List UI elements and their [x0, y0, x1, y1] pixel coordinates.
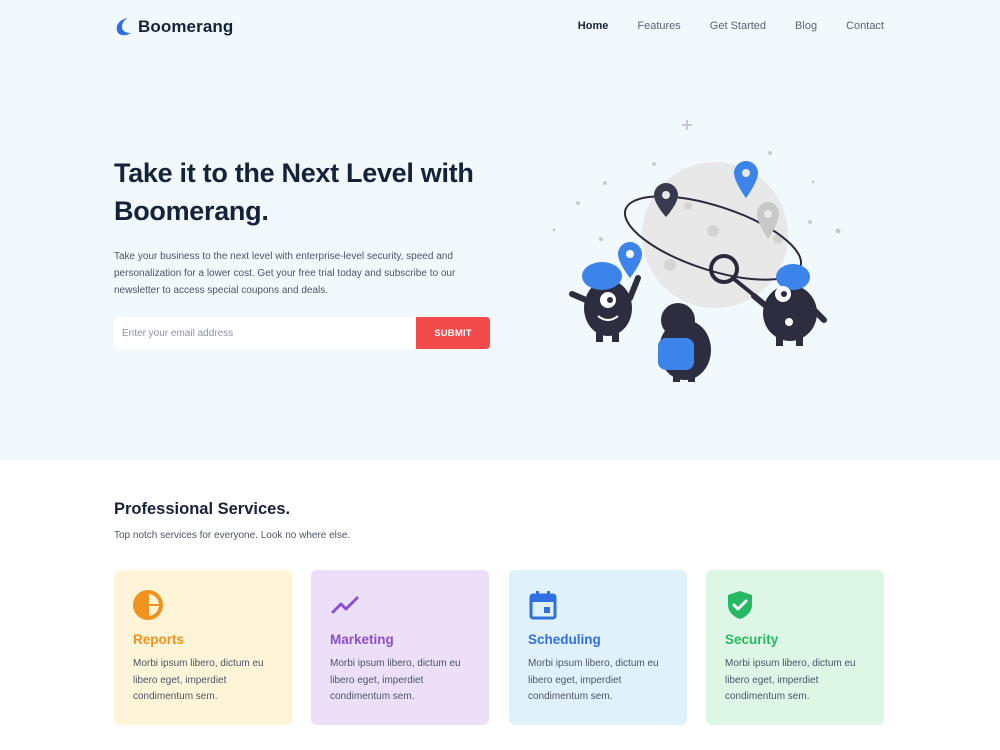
hero-title: Take it to the Next Level with Boomerang…: [114, 158, 474, 226]
service-card-title: Reports: [133, 632, 185, 647]
nav-item-features[interactable]: Features: [637, 20, 680, 32]
nav-item-home[interactable]: Home: [578, 20, 609, 32]
location-monsters-illustration: [552, 120, 841, 382]
services-cards: Reports Morbi ipsum libero, dictum eu li…: [114, 570, 884, 725]
boomerang-logo-icon: [116, 18, 131, 36]
services-subtitle: Top notch services for everyone. Look no…: [114, 530, 351, 541]
service-card-scheduling[interactable]: Scheduling Morbi ipsum libero, dictum eu…: [509, 570, 687, 725]
newsletter-form: SUBMIT: [114, 317, 490, 349]
shield-check-icon: [728, 591, 752, 619]
nav-item-get-started[interactable]: Get Started: [710, 20, 766, 32]
email-input[interactable]: [114, 317, 416, 349]
service-card-reports[interactable]: Reports Morbi ipsum libero, dictum eu li…: [114, 570, 292, 725]
service-card-text: Morbi ipsum libero, dictum eu libero ege…: [330, 658, 461, 702]
service-card-text: Morbi ipsum libero, dictum eu libero ege…: [528, 658, 659, 702]
hero-description: Take your business to the next level wit…: [114, 251, 456, 296]
submit-button[interactable]: SUBMIT: [416, 317, 490, 349]
service-card-title: Scheduling: [528, 632, 601, 647]
trending-up-icon: [331, 596, 359, 614]
nav-item-contact[interactable]: Contact: [846, 20, 884, 32]
service-card-title: Security: [725, 632, 779, 647]
service-card-text: Morbi ipsum libero, dictum eu libero ege…: [725, 658, 856, 702]
calendar-icon: [529, 591, 557, 620]
top-nav: Boomerang Home Features Get Started Blog…: [114, 16, 884, 40]
services-title: Professional Services.: [114, 500, 291, 518]
hero-section: Boomerang Home Features Get Started Blog…: [0, 0, 1000, 460]
pie-chart-icon: [133, 590, 163, 620]
service-card-security[interactable]: Security Morbi ipsum libero, dictum eu l…: [706, 570, 884, 725]
brand[interactable]: Boomerang: [114, 16, 233, 38]
service-card-text: Morbi ipsum libero, dictum eu libero ege…: [133, 658, 264, 702]
nav-menu: Home Features Get Started Blog Contact: [549, 20, 884, 32]
brand-name: Boomerang: [138, 17, 234, 36]
service-card-marketing[interactable]: Marketing Morbi ipsum libero, dictum eu …: [311, 570, 489, 725]
service-card-title: Marketing: [330, 632, 394, 647]
nav-item-blog[interactable]: Blog: [795, 20, 817, 32]
